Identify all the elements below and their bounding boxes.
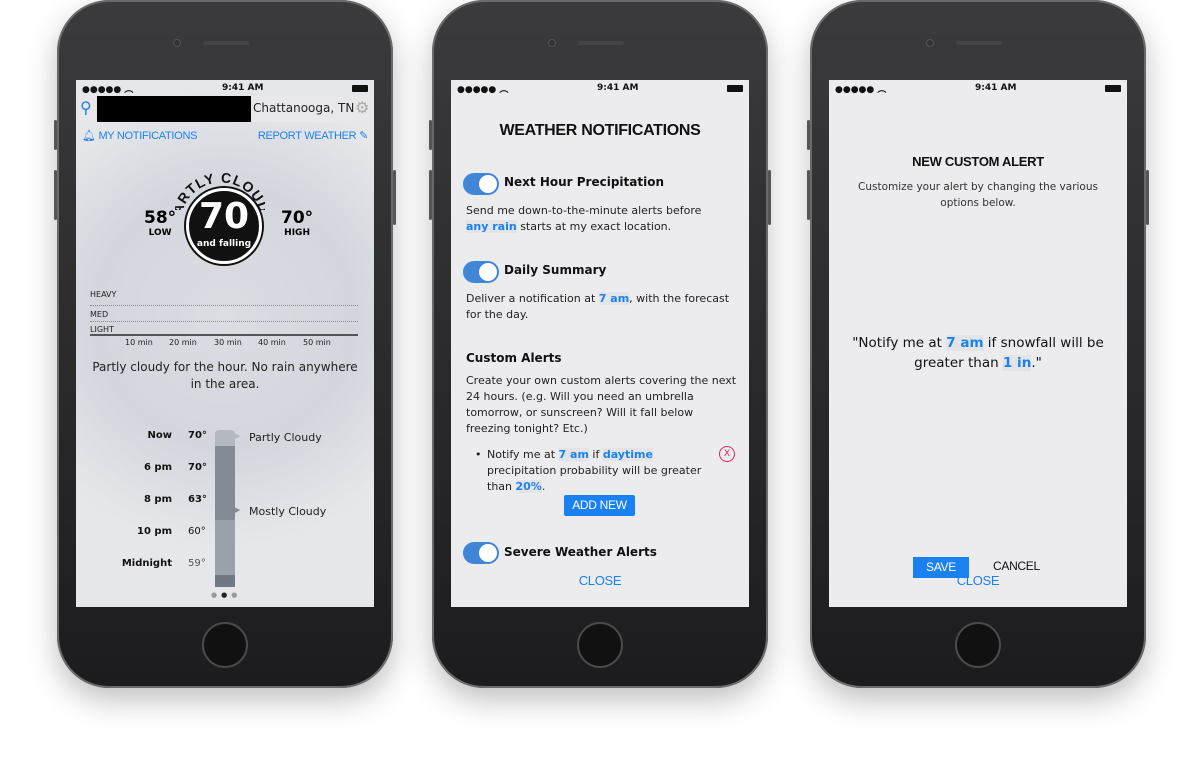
cancel-button[interactable]: CANCEL [993,559,1040,573]
location-label[interactable]: Chattanooga, TN [253,101,354,115]
severe-alerts-toggle[interactable] [463,542,499,564]
search-bar[interactable]: ⚲ Chattanooga, TN ⚙ [76,96,374,122]
high-temp: 70° HIGH [281,208,314,238]
close-button[interactable]: CLOSE [451,573,749,588]
page-title: NEW CUSTOM ALERT [912,154,1044,169]
page-title: WEATHER NOTIFICATIONS [499,122,701,139]
any-rain-link[interactable]: any rain [466,220,517,233]
forecast-timeline-bar [215,430,235,587]
status-bar: ●●●●● ︵ 9:41 AM [76,80,374,96]
forecast-list: Now 70° 6 pm 70° 8 pm 63° 10 pm 60° Midnight… [96,430,207,590]
tick: 10 min [125,338,153,347]
status-bar: ●●●●● ︵ 9:41 AM [829,80,1127,96]
camera [173,39,181,47]
remove-alert-button[interactable]: X [719,446,735,462]
search-icon[interactable]: ⚲ [80,98,92,117]
next-hour-description: Send me down-to-the-minute alerts before… [466,204,702,233]
home-button[interactable] [955,622,1001,668]
close-button[interactable]: CLOSE [829,573,1127,588]
forecast-row: 6 pm 70° [143,462,207,473]
speaker [203,41,249,45]
my-notifications-link[interactable]: 🔔︎ MY NOTIFICATIONS [82,129,197,142]
temp-trend: and falling [196,239,252,249]
add-new-button[interactable]: ADD NEW [564,495,635,516]
new-alert-screen: ●●●●● ︵ 9:41 AM NEW CUSTOM ALERT Customiz… [829,80,1127,607]
report-weather-link[interactable]: REPORT WEATHER ✎ [258,129,368,142]
daily-summary-toggle[interactable] [463,261,499,283]
custom-alert-item: • Notify me at 7 am if daytime precipitat… [475,448,702,493]
next-hour-label: Next Hour Precipitation [504,175,665,189]
alert-period-link[interactable]: daytime [602,448,653,461]
tick: 50 min [303,338,331,347]
precip-level-med: MED [90,306,358,322]
tick: 30 min [214,338,242,347]
status-bar: ●●●●● ︵ 9:41 AM [451,80,749,96]
home-button[interactable] [202,622,248,668]
current-temp: 70 [198,196,250,237]
forecast-condition: Partly Cloudy [249,431,322,444]
gear-icon[interactable]: ⚙ [355,98,369,117]
page-indicator[interactable]: ●●● [211,591,241,599]
forecast-row: 8 pm 63° [143,494,207,505]
daily-summary-label: Daily Summary [504,263,607,277]
custom-alerts-description: Create your own custom alerts covering t… [466,374,737,435]
alert-time-link[interactable]: 7 am [558,448,589,461]
bell-icon: 🔔︎ [82,130,96,142]
amount-selector[interactable]: 1 in [1002,355,1032,371]
pencil-icon: ✎ [359,130,368,142]
daily-summary-description: Deliver a notification at 7 am, with the… [466,292,730,321]
precip-chart: HEAVY MED LIGHT 10 min 20 min 30 min 40 … [90,290,358,348]
forecast-row: 10 pm 60° [137,526,206,537]
weather-screen: ●●●●● ︵ 9:41 AM ⚲ Chattanooga, TN ⚙ 🔔︎ MY… [76,80,374,607]
time-selector[interactable]: 7 am [946,335,984,351]
forecast-row: Now 70° [147,430,207,441]
phone-1: ●●●●● ︵ 9:41 AM ⚲ Chattanooga, TN ⚙ 🔔︎ MY… [54,0,396,688]
home-button[interactable] [577,622,623,668]
custom-alerts-heading: Custom Alerts [466,351,562,365]
tick: 40 min [258,338,286,347]
alert-value-link[interactable]: 20% [515,480,542,493]
hour-summary: Partly cloudy for the hour. No rain anyw… [92,360,358,391]
page-subtitle: Customize your alert by changing the var… [858,181,1098,209]
phone-3: ●●●●● ︵ 9:41 AM NEW CUSTOM ALERT Customiz… [807,0,1149,688]
notifications-screen: ●●●●● ︵ 9:41 AM WEATHER NOTIFICATIONS Nex… [451,80,749,607]
low-temp: 58° LOW [144,208,177,238]
forecast-row: Midnight 59° [121,558,206,569]
phone-2: ●●●●● ︵ 9:41 AM WEATHER NOTIFICATIONS Nex… [429,0,771,688]
daily-time-link[interactable]: 7 am [598,292,630,305]
severe-alerts-label: Severe Weather Alerts [504,545,657,559]
tick: 20 min [169,338,197,347]
search-input[interactable] [97,96,251,122]
precip-level-light: LIGHT [90,322,358,336]
precip-level-heavy: HEAVY [90,290,358,306]
forecast-condition: Mostly Cloudy [249,505,327,518]
current-temp-dial: 70 and falling [186,188,262,264]
next-hour-toggle[interactable] [463,173,499,195]
alert-sentence: "Notify me at 7 am if snowfall will be g… [852,335,1104,371]
